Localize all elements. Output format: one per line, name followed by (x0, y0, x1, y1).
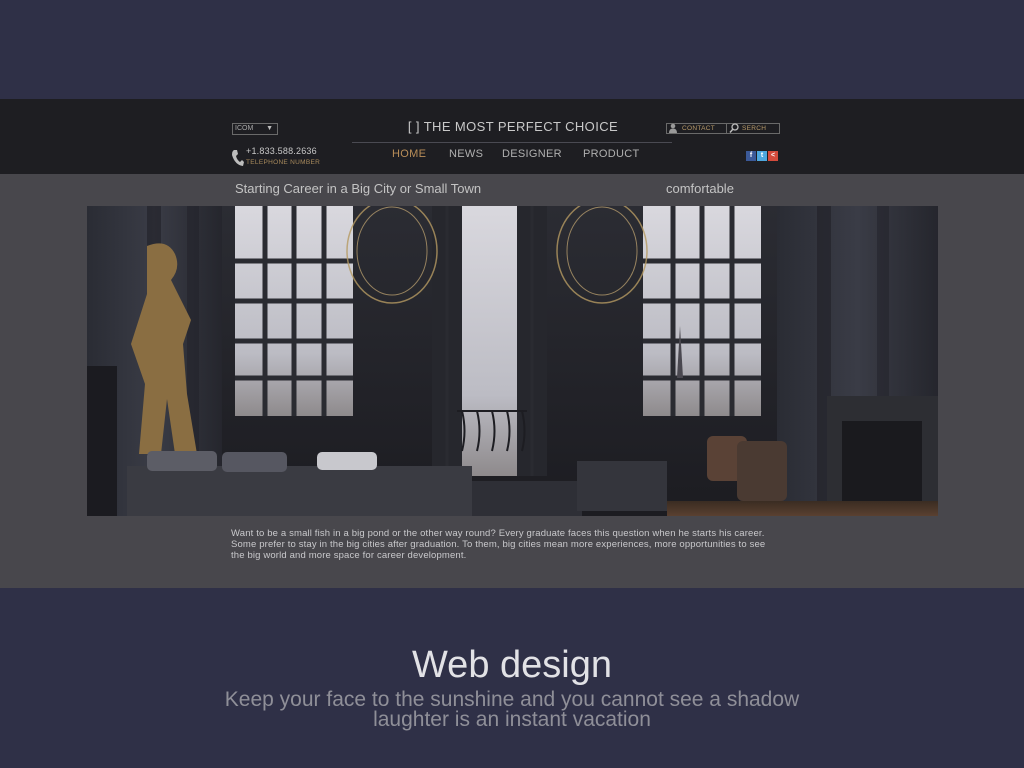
hero-image (87, 206, 938, 516)
search-label: SERCH (742, 124, 767, 132)
footer-subtitle: Keep your face to the sunshine and you c… (0, 688, 1024, 731)
article-headline: Starting Career in a Big City or Small T… (235, 181, 482, 196)
footer-title: Web design (412, 644, 612, 686)
site-header (0, 99, 1024, 174)
article-body: Want to be a small fish in a big pond or… (231, 528, 766, 562)
search-button[interactable]: SERCH (729, 122, 766, 134)
user-icon (669, 123, 677, 133)
footer-subtitle-line-2: laughter is an instant vacation (373, 708, 651, 731)
chevron-down-icon: ▼ (266, 125, 273, 132)
facebook-icon[interactable]: f (746, 151, 756, 161)
nav-item-designer[interactable]: DESIGNER (502, 148, 562, 160)
language-select-value: ICOM (235, 125, 254, 132)
utility-divider (726, 123, 727, 134)
language-select[interactable]: ICOM ▼ (232, 123, 278, 135)
contact-label: CONTACT (682, 124, 716, 132)
nav-item-home[interactable]: HOME (392, 148, 426, 160)
phone-icon (232, 150, 244, 166)
article-tag: comfortable (666, 181, 734, 196)
nav-item-news[interactable]: NEWS (449, 148, 483, 160)
share-icon[interactable]: < (768, 151, 778, 161)
nav-item-product[interactable]: PRODUCT (583, 148, 640, 160)
phone-label: TELEPHONE NUMBER (246, 159, 321, 166)
twitter-icon[interactable]: t (757, 151, 767, 161)
search-icon (729, 123, 739, 133)
footer-subtitle-line-1: Keep your face to the sunshine and you c… (224, 688, 800, 711)
contact-button[interactable]: CONTACT (668, 122, 715, 134)
site-title: [ ] THE MOST PERFECT CHOICE (407, 119, 619, 134)
social-links: f t < (746, 151, 778, 161)
title-divider (352, 142, 672, 143)
phone-number: +1.833.588.2636 (246, 146, 317, 156)
